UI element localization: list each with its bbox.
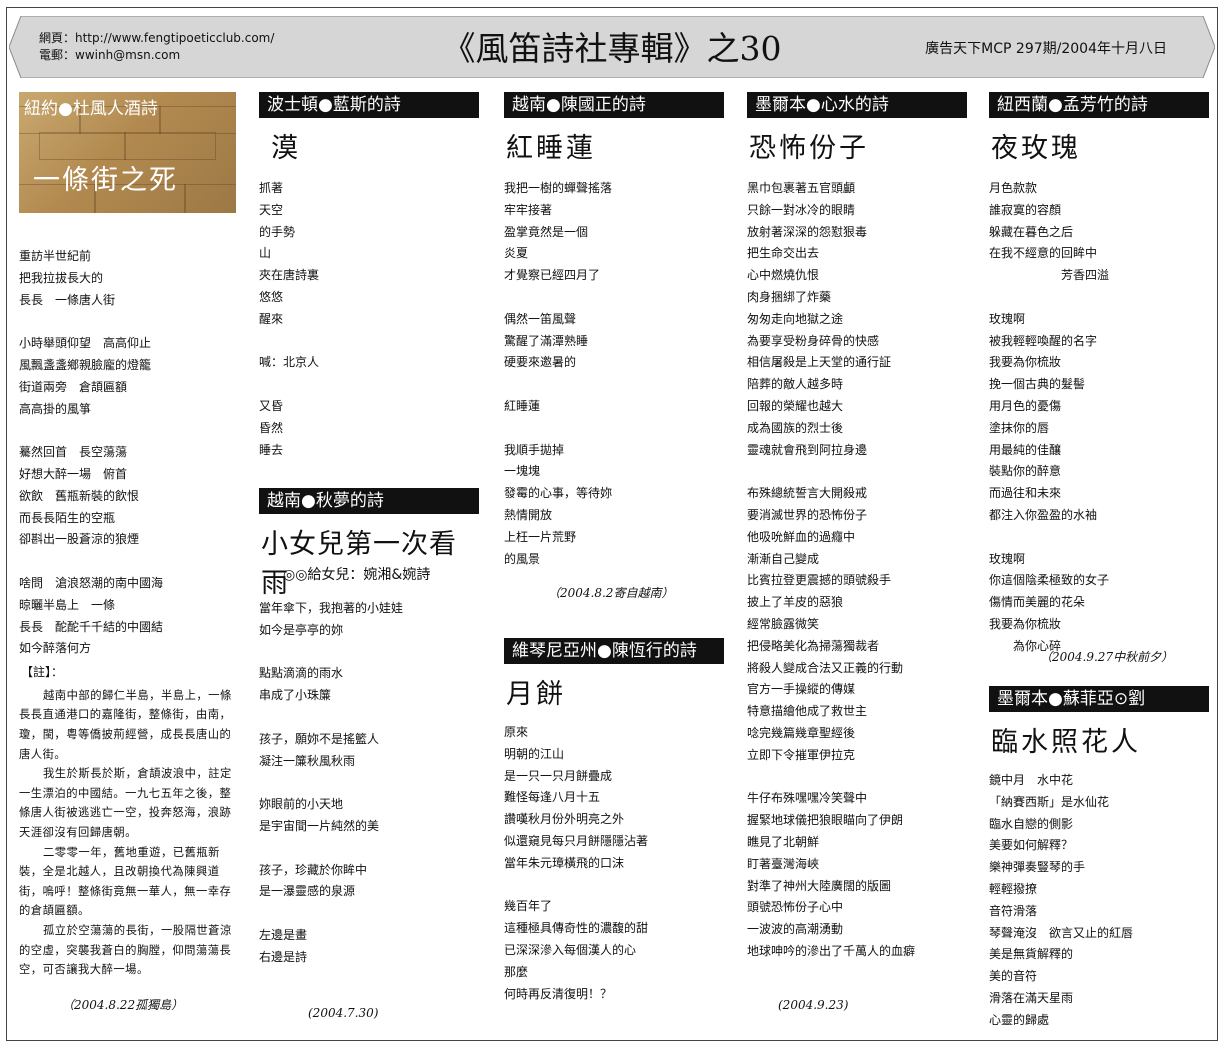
col3-body-1: 我把一樹的蟬聲搖落 牢牢接著 盈掌竟然是一個 炎夏 才覺察已經四月了 偶然一笛風… xyxy=(504,181,613,566)
col4-banner: 墨爾本●心水的詩 xyxy=(747,92,967,118)
note-paragraph: 我生於斯長於斯，倉頡波浪中，註定一生漂泊的中國結。一九七五年之後，整條唐人街被逃… xyxy=(19,767,232,839)
street-photo-header: 紐約●杜風人酒詩 一條街之死 xyxy=(19,92,236,213)
note-paragraph: 孤立於空蕩蕩的長街，一股隔世蒼涼的空虛，突襲我蒼白的胸膛，仰問蕩蕩長空，可否讓我… xyxy=(19,923,232,977)
col2-poem-2: 越南●秋夢的詩 小女兒第一次看雨 ◎◎給女兒：婉湘&婉詩 當年傘下，我抱著的小娃… xyxy=(259,488,479,969)
col4-body: 黑巾包裹著五官頭顱 只餘一對冰冷的眼睛 放射著深深的怨懟狠毒 把生命交出去 心中… xyxy=(747,181,916,958)
col3-body-2: 原來 明朝的江山 是一只一只月餅疊成 難怪每逢八月十五 讚嘆秋月份外明亮之外 似… xyxy=(504,725,649,1001)
col5-banner-2: 墨爾本●蘇菲亞⊙劉 xyxy=(989,686,1209,712)
col2-title-2: 小女兒第一次看雨 xyxy=(261,529,457,599)
col5-body-1: 月色款款 誰寂寞的容顏 躲藏在暮色之后 在我不經意的回眸中 芳香四溢 玫瑰啊 被… xyxy=(989,181,1110,653)
col3-banner-2: 維琴尼亞州●陳恆行的詩 xyxy=(504,638,724,664)
col5-banner-1: 紐西蘭●孟芳竹的詩 xyxy=(989,92,1209,118)
col5-body-2: 鏡中月 水中花 「納賽西斯」是水仙花 臨水自戀的側影 美要如何解釋？ 樂神彈奏豎… xyxy=(989,773,1134,1027)
col3-title-2: 月餅 xyxy=(506,679,566,710)
col5-title-1: 夜玫瑰 xyxy=(991,133,1081,164)
col5-title-2: 臨水照花人 xyxy=(991,727,1141,758)
col5-poem-1: 紐西蘭●孟芳竹的詩 夜玫瑰 月色款款 誰寂寞的容顏 躲藏在暮色之后 在我不經意的… xyxy=(989,92,1209,658)
col1-banner: 紐約●杜風人酒詩 xyxy=(24,99,158,119)
col1-poem-body: 重訪半世紀前 把我拉拔長大的 長長 一條唐人街 小時舉頭仰望 高高仰止 風飄盞盞… xyxy=(19,249,164,656)
col3-banner-1: 越南●陳國正的詩 xyxy=(504,92,724,118)
col2-title-1: 漠 xyxy=(271,133,301,164)
col4-date: (2004.9.23) xyxy=(778,998,849,1012)
col2-date: (2004.7.30) xyxy=(308,1006,379,1020)
note-paragraph: 越南中部的歸仁半島，半島上，一條長長直通港口的嘉隆街，整條街，由南，瓊，閩，粵等… xyxy=(19,688,232,761)
col3-poem-2: 維琴尼亞州●陳恆行的詩 月餅 原來 明朝的江山 是一只一只月餅疊成 難怪每逢八月… xyxy=(504,638,724,1005)
notes-label: 【註】： xyxy=(21,665,64,679)
col2-dedication: ◎◎給女兒：婉湘&婉詩 xyxy=(283,567,431,583)
col5-poem-2: 墨爾本●蘇菲亞⊙劉 臨水照花人 鏡中月 水中花 「納賽西斯」是水仙花 臨水自戀的… xyxy=(989,686,1209,1032)
col1-date: （2004.8.22孤獨島） xyxy=(62,998,184,1012)
col4-title: 恐怖份子 xyxy=(749,133,869,164)
col1-notes: 【註】： 越南中部的歸仁半島，半島上，一條長長直通港口的嘉隆街，整條街，由南，瓊… xyxy=(19,662,237,980)
col3-date: （2004.8.2寄自越南） xyxy=(548,586,674,600)
col2-poem-1: 波士頓●藍斯的詩 漠 抓著 天空 的手勢 山 夾在唐詩裏 悠悠 醒來 喊：北京人… xyxy=(259,92,479,461)
col2-banner-1: 波士頓●藍斯的詩 xyxy=(259,92,479,118)
col3-poem-1: 越南●陳國正的詩 紅睡蓮 我把一樹的蟬聲搖落 牢牢接著 盈掌竟然是一個 炎夏 才… xyxy=(504,92,724,570)
note-paragraph: 二零零一年，舊地重遊，已舊瓶新裝，全是北越人，且改朝換代為陳興道街，嗚呼！整條街… xyxy=(19,845,232,918)
col5-date: （2004.9.27中秋前夕） xyxy=(1040,650,1174,664)
masthead: 網頁：http://www.fengtipoeticclub.com/ 電郵：w… xyxy=(9,16,1215,78)
col1-poem-title: 一條街之死 xyxy=(33,165,178,196)
col2-body-1: 抓著 天空 的手勢 山 夾在唐詩裏 悠悠 醒來 喊：北京人 又昏 昏然 睡去 xyxy=(259,181,320,457)
col2-body-2: 當年傘下，我抱著的小娃娃 如今是亭亭的妳 點點滴滴的雨水 串成了小珠簾 孩子，願… xyxy=(259,601,404,964)
col2-banner-2: 越南●秋夢的詩 xyxy=(259,488,479,514)
col3-title-1: 紅睡蓮 xyxy=(506,133,596,164)
issue-info: 廣告天下MCP 297期/2004年十月八日 xyxy=(925,41,1167,57)
col4-poem: 墨爾本●心水的詩 恐怖份子 黑巾包裹著五官頭顱 只餘一對冰冷的眼睛 放射著深深的… xyxy=(747,92,967,963)
